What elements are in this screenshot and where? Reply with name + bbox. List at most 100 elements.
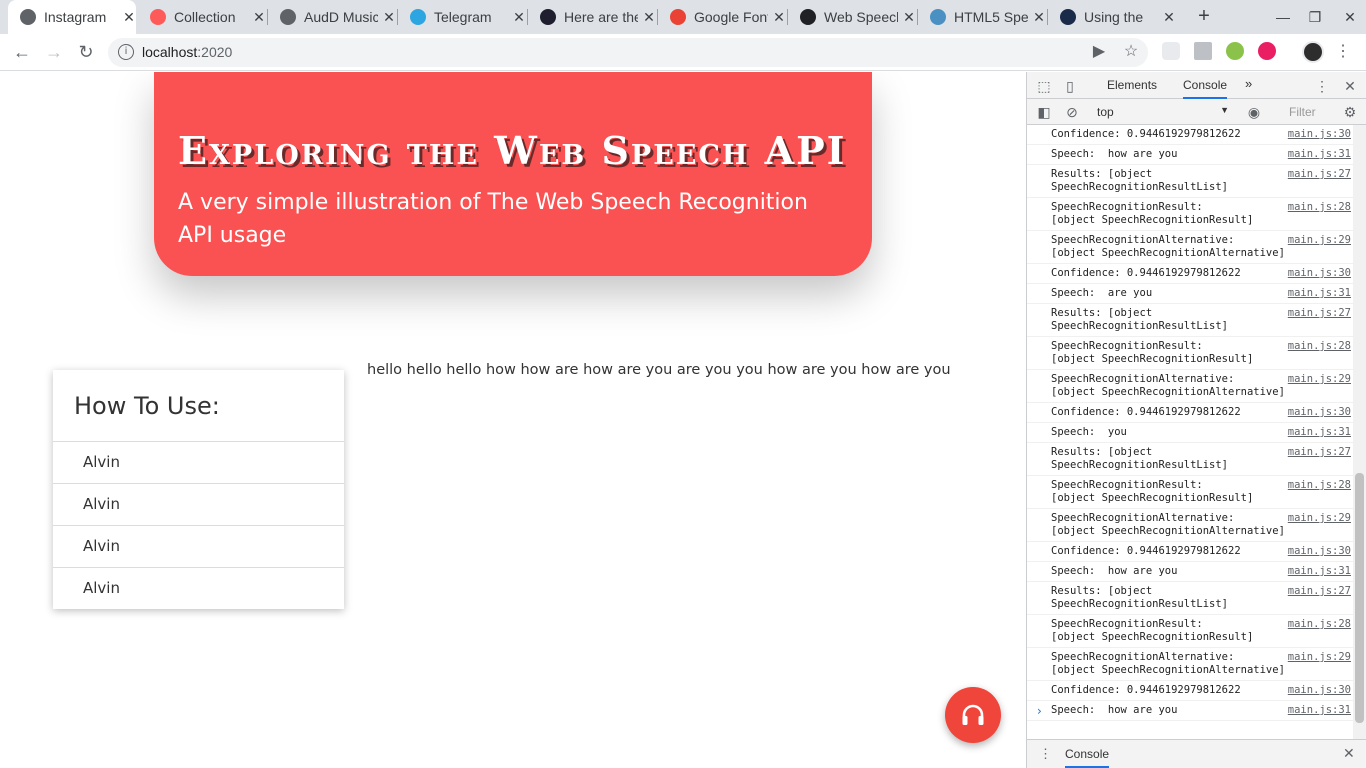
source-link[interactable]: main.js:31 bbox=[1283, 426, 1351, 439]
tab-close-icon[interactable]: ✕ bbox=[1162, 9, 1176, 26]
source-link[interactable]: main.js:29 bbox=[1283, 234, 1351, 247]
device-toolbar-icon[interactable]: ▯ bbox=[1061, 77, 1079, 95]
tab-title: Here are the bbox=[564, 9, 638, 25]
minimize-button[interactable]: — bbox=[1267, 0, 1299, 34]
source-link[interactable]: main.js:30 bbox=[1283, 128, 1351, 141]
sidebar-toggle-icon[interactable]: ◧ bbox=[1035, 103, 1053, 121]
url-text: localhost:2020 bbox=[142, 44, 233, 60]
tab-close-icon[interactable]: ✕ bbox=[512, 9, 526, 26]
browser-tab[interactable]: AudD Music ✕ bbox=[268, 0, 396, 34]
color-extension-icon[interactable] bbox=[1258, 42, 1276, 60]
tab-elements[interactable]: Elements bbox=[1107, 78, 1157, 92]
tab-strip: Instagram ✕ Collection ✕ AudD Music ✕ Telegram… bbox=[0, 0, 1366, 34]
console-message: Results: [object SpeechRecognitionResult… bbox=[1027, 165, 1353, 198]
list-item: Alvin bbox=[53, 442, 344, 484]
favicon-icon bbox=[930, 9, 946, 25]
address-bar[interactable]: i localhost:2020 ▶ ☆ bbox=[108, 38, 1148, 67]
window-close-button[interactable]: ✕ bbox=[1334, 0, 1366, 34]
browser-tab[interactable]: Here are the ✕ bbox=[528, 0, 656, 34]
browser-tab[interactable]: HTML5 Speech✕ bbox=[918, 0, 1046, 34]
tab-close-icon[interactable]: ✕ bbox=[772, 9, 786, 26]
more-tabs-icon[interactable]: » bbox=[1245, 76, 1252, 91]
bookmark-star-icon[interactable]: ☆ bbox=[1122, 43, 1140, 61]
browser-tab[interactable]: Using the ✕ bbox=[1048, 0, 1176, 34]
source-link[interactable]: main.js:27 bbox=[1283, 585, 1351, 598]
drawer-close-icon[interactable]: ✕ bbox=[1343, 745, 1355, 762]
source-link[interactable]: main.js:27 bbox=[1283, 168, 1351, 181]
node-extension-icon[interactable] bbox=[1226, 42, 1244, 60]
scrollbar-thumb[interactable] bbox=[1355, 473, 1364, 723]
source-link[interactable]: main.js:28 bbox=[1283, 479, 1351, 492]
reload-icon[interactable]: ↻ bbox=[74, 40, 98, 64]
devtools-close-icon[interactable]: ✕ bbox=[1341, 77, 1359, 95]
console-log: Confidence: 0.9446192979812622 main.js:30… bbox=[1027, 125, 1353, 739]
drawer-tab-console[interactable]: Console bbox=[1065, 747, 1110, 768]
console-message: Results: [object SpeechRecognitionResult… bbox=[1027, 582, 1353, 615]
vue-extension-icon[interactable] bbox=[1194, 42, 1212, 60]
site-info-icon[interactable]: i bbox=[118, 44, 134, 60]
console-message: SpeechRecognitionResult: [object SpeechR… bbox=[1027, 476, 1353, 509]
source-link[interactable]: main.js:27 bbox=[1283, 446, 1351, 459]
clear-console-icon[interactable]: ⊘ bbox=[1063, 103, 1081, 121]
back-icon[interactable]: ← bbox=[10, 40, 34, 64]
tab-close-icon[interactable]: ✕ bbox=[122, 9, 136, 26]
favicon-icon bbox=[150, 9, 166, 25]
browser-tab[interactable]: Instagram ✕ bbox=[8, 0, 136, 34]
browser-tab[interactable]: Collection ✕ bbox=[138, 0, 266, 34]
source-link[interactable]: main.js:28 bbox=[1283, 201, 1351, 214]
source-link[interactable]: main.js:30 bbox=[1283, 684, 1351, 697]
browser-toolbar: ← → ↻ i localhost:2020 ▶ ☆ ⋮ bbox=[0, 34, 1366, 71]
eye-icon[interactable]: ◉ bbox=[1245, 103, 1263, 121]
list-item: Alvin bbox=[83, 579, 120, 597]
new-tab-button[interactable]: + bbox=[1192, 4, 1216, 28]
browser-tab[interactable]: Google Fonts✕ bbox=[658, 0, 786, 34]
source-link[interactable]: main.js:31 bbox=[1283, 148, 1351, 161]
settings-gear-icon[interactable]: ⚙ bbox=[1341, 103, 1359, 121]
tab-close-icon[interactable]: ✕ bbox=[382, 9, 396, 26]
tab-console[interactable]: Console bbox=[1183, 78, 1228, 99]
favicon-icon bbox=[410, 9, 426, 25]
profile-avatar[interactable] bbox=[1302, 41, 1324, 63]
tab-close-icon[interactable]: ✕ bbox=[902, 9, 916, 26]
hero-banner: Exploring the Web Speech API A very simp… bbox=[154, 72, 872, 276]
source-link[interactable]: main.js:30 bbox=[1283, 267, 1351, 280]
extension-icon[interactable] bbox=[1162, 42, 1180, 60]
favicon-icon bbox=[20, 9, 36, 25]
chevron-down-icon: ▼ bbox=[1220, 105, 1229, 115]
source-link[interactable]: main.js:30 bbox=[1283, 545, 1351, 558]
filter-input[interactable]: Filter bbox=[1285, 103, 1335, 121]
source-link[interactable]: main.js:29 bbox=[1283, 373, 1351, 386]
console-message: SpeechRecognitionAlternative: [object Sp… bbox=[1027, 509, 1353, 542]
browser-tab[interactable]: Telegram ✕ bbox=[398, 0, 526, 34]
forward-icon[interactable]: → bbox=[42, 40, 66, 64]
source-link[interactable]: main.js:31 bbox=[1283, 287, 1351, 300]
source-link[interactable]: main.js:29 bbox=[1283, 512, 1351, 525]
source-link[interactable]: main.js:31 bbox=[1283, 565, 1351, 578]
console-toolbar: ◧ ⊘ top ▼ ◉ Filter ⚙ bbox=[1027, 99, 1366, 125]
camera-icon[interactable]: ▶ bbox=[1090, 43, 1108, 61]
source-link[interactable]: main.js:30 bbox=[1283, 406, 1351, 419]
console-message: Speech: how are you main.js:31 bbox=[1027, 562, 1353, 582]
tab-close-icon[interactable]: ✕ bbox=[642, 9, 656, 26]
drawer-menu-icon[interactable]: ⋮ bbox=[1039, 746, 1052, 762]
context-select[interactable]: top ▼ bbox=[1097, 105, 1229, 119]
source-link[interactable]: main.js:29 bbox=[1283, 651, 1351, 664]
devtools-menu-icon[interactable]: ⋮ bbox=[1313, 77, 1331, 95]
restore-button[interactable]: ❐ bbox=[1299, 0, 1331, 34]
console-message: Speech: how are you main.js:31 bbox=[1027, 701, 1353, 721]
browser-tab[interactable]: Web Speech ✕ bbox=[788, 0, 916, 34]
console-prompt-icon[interactable]: › bbox=[1037, 704, 1042, 718]
browser-menu-icon[interactable]: ⋮ bbox=[1335, 40, 1351, 64]
tab-close-icon[interactable]: ✕ bbox=[252, 9, 266, 26]
console-scrollbar[interactable] bbox=[1353, 125, 1366, 739]
devtools-panel: ⬚ ▯ Elements Console » ⋮ ✕ ◧ ⊘ top ▼ ◉ Fi… bbox=[1026, 72, 1366, 768]
console-message: Speech: how are you main.js:31 bbox=[1027, 145, 1353, 165]
inspect-element-icon[interactable]: ⬚ bbox=[1035, 77, 1053, 95]
tab-close-icon[interactable]: ✕ bbox=[1032, 9, 1046, 26]
source-link[interactable]: main.js:28 bbox=[1283, 340, 1351, 353]
listen-button[interactable] bbox=[945, 687, 1001, 743]
source-link[interactable]: main.js:28 bbox=[1283, 618, 1351, 631]
source-link[interactable]: main.js:27 bbox=[1283, 307, 1351, 320]
source-link[interactable]: main.js:31 bbox=[1283, 704, 1351, 717]
favicon-icon bbox=[670, 9, 686, 25]
